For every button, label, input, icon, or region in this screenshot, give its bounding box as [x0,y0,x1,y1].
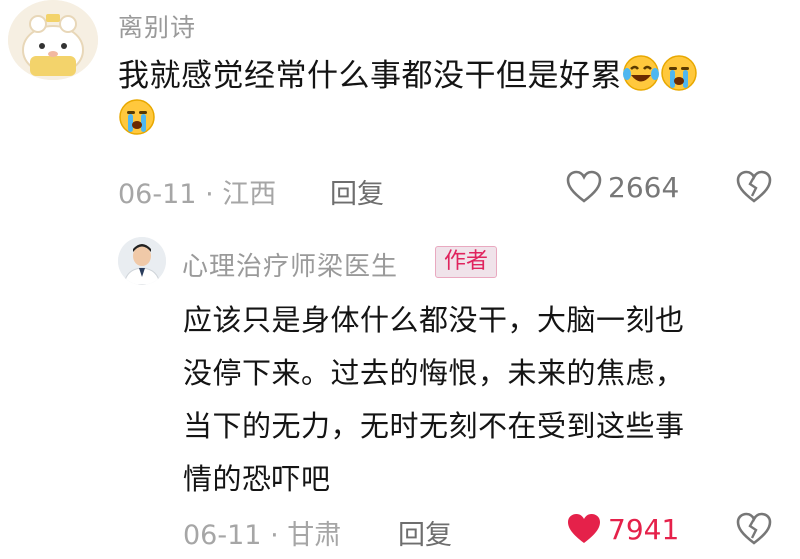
reply-text-line: 应该只是身体什么都没干，大脑一刻也 [183,303,685,337]
broken-heart-icon[interactable] [736,170,772,208]
like-count: 2664 [608,171,680,204]
heart-icon [566,170,602,208]
reply-location: 甘肃 [287,520,342,551]
crying-emoji-icon [660,54,698,92]
reply-text-line: 情的恐吓吧 [183,462,331,496]
broken-heart-icon[interactable] [736,512,772,550]
comment-location: 江西 [222,179,277,210]
like-button-liked[interactable]: 7941 [566,510,696,550]
comment-meta: 06-11 · 江西 [118,172,276,211]
like-button[interactable]: 2664 [566,168,696,208]
reply-avatar[interactable] [118,237,166,285]
laughing-crying-emoji-icon [622,54,660,92]
reply-text-line: 没停下来。过去的悔恨，未来的焦虑， [183,356,685,390]
crying-emoji-icon [118,98,156,136]
reply-username[interactable]: 心理治疗师梁医生 [182,246,398,283]
reply-date: 06-11 [183,520,262,551]
comment-text: 我就感觉经常什么事都没干但是好累 [118,54,778,142]
reply-text: 应该只是身体什么都没干，大脑一刻也 没停下来。过去的悔恨，未来的焦虑， 当下的无… [183,294,783,506]
reply-text-line: 当下的无力，无时无刻不在受到这些事 [183,409,685,443]
comment-username[interactable]: 离别诗 [118,8,196,44]
heart-filled-icon [566,512,602,550]
reply-meta: 06-11 · 甘肃 [183,513,341,552]
avatar[interactable] [8,0,98,80]
reply-button[interactable]: 回复 [398,513,452,552]
separator-dot: · [205,179,223,210]
comment-body: 我就感觉经常什么事都没干但是好累 [118,58,622,94]
comment-date: 06-11 [118,179,197,210]
reply-button[interactable]: 回复 [330,172,384,211]
separator-dot: · [270,520,288,551]
author-badge: 作者 [435,246,498,278]
like-count: 7941 [608,513,680,546]
